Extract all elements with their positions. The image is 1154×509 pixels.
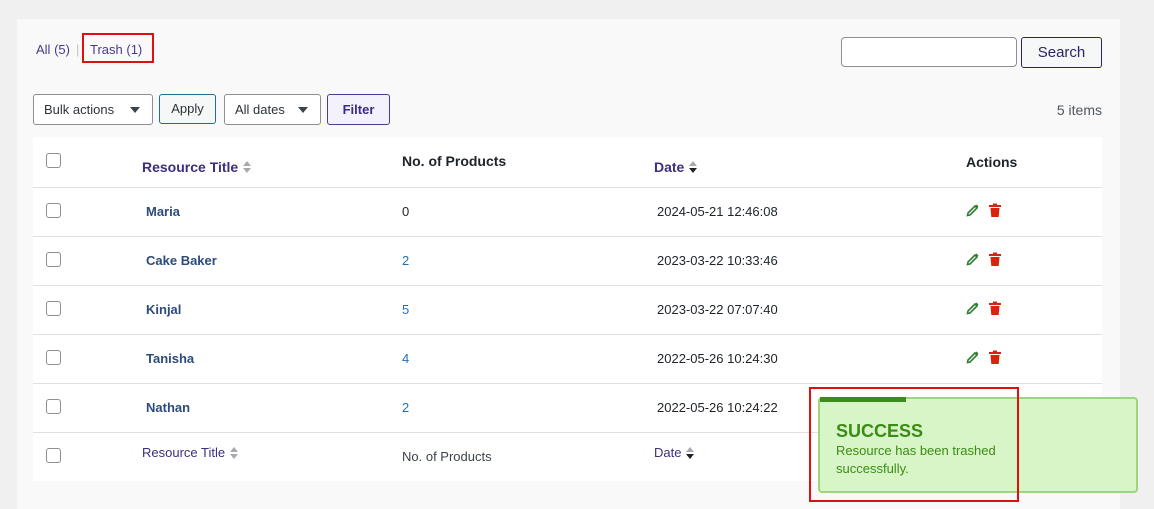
products-footer: No. of Products	[402, 449, 492, 465]
view-all-link[interactable]: All (5)	[36, 42, 70, 57]
resource-date: 2022-05-26 10:24:30	[657, 351, 778, 366]
resource-date: 2022-05-26 10:24:22	[657, 400, 778, 415]
sort-icon	[230, 446, 240, 461]
actions-header: Actions	[966, 153, 1018, 170]
row-checkbox[interactable]	[46, 300, 61, 316]
table-row: Cake Baker 2 2023-03-22 10:33:46	[33, 236, 1102, 285]
trash-icon[interactable]	[988, 350, 1002, 368]
table-row: Kinjal 5 2023-03-22 07:07:40	[33, 285, 1102, 334]
resource-title-link[interactable]: Kinjal	[142, 302, 181, 317]
trash-highlight-box	[82, 33, 154, 63]
sort-icon	[243, 160, 253, 175]
row-checkbox[interactable]	[46, 202, 61, 218]
search-input[interactable]	[841, 37, 1017, 67]
table-row: Tanisha 4 2022-05-26 10:24:30	[33, 334, 1102, 383]
sort-icon	[689, 160, 699, 175]
chevron-down-icon	[298, 107, 308, 113]
sort-icon	[686, 446, 696, 461]
trash-icon[interactable]	[988, 301, 1002, 319]
products-header: No. of Products	[402, 152, 507, 169]
sort-date-footer[interactable]: Date	[654, 445, 696, 460]
products-count[interactable]: 4	[402, 351, 409, 366]
trash-icon[interactable]	[988, 203, 1002, 221]
table-row: Maria 0 2024-05-21 12:46:08	[33, 187, 1102, 236]
resource-title-link[interactable]: Cake Baker	[142, 253, 217, 268]
select-all-checkbox[interactable]	[46, 152, 61, 168]
products-count[interactable]: 2	[402, 253, 409, 268]
row-checkbox[interactable]	[46, 349, 61, 365]
resource-date: 2023-03-22 10:33:46	[657, 253, 778, 268]
sort-date-header[interactable]: Date	[654, 159, 699, 175]
edit-pencil-icon[interactable]	[966, 252, 980, 269]
select-all-checkbox-footer[interactable]	[46, 447, 61, 463]
view-separator: |	[75, 42, 80, 57]
row-checkbox[interactable]	[46, 251, 61, 267]
toast-highlight-box	[809, 387, 1019, 502]
view-filters: All (5) |	[36, 42, 85, 57]
products-count[interactable]: 2	[402, 400, 409, 415]
products-count[interactable]: 5	[402, 302, 409, 317]
trash-icon[interactable]	[988, 252, 1002, 270]
resource-date: 2023-03-22 07:07:40	[657, 302, 778, 317]
edit-pencil-icon[interactable]	[966, 203, 980, 220]
chevron-down-icon	[130, 107, 140, 113]
row-checkbox[interactable]	[46, 398, 61, 414]
sort-title-header[interactable]: Resource Title	[142, 159, 253, 175]
apply-button[interactable]: Apply	[159, 94, 216, 124]
resource-title-link[interactable]: Tanisha	[142, 351, 194, 366]
bulk-actions-select[interactable]: Bulk actions	[33, 94, 153, 125]
edit-pencil-icon[interactable]	[966, 350, 980, 367]
search-button[interactable]: Search	[1021, 37, 1102, 68]
sort-title-footer[interactable]: Resource Title	[142, 445, 240, 460]
filter-button[interactable]: Filter	[327, 94, 390, 125]
resource-title-link[interactable]: Maria	[142, 204, 180, 219]
products-count: 0	[402, 204, 410, 219]
date-filter-select[interactable]: All dates	[224, 94, 321, 125]
edit-pencil-icon[interactable]	[966, 301, 980, 318]
item-count: 5 items	[1056, 102, 1102, 118]
resource-date: 2024-05-21 12:46:08	[657, 204, 778, 219]
resource-title-link[interactable]: Nathan	[142, 400, 190, 415]
